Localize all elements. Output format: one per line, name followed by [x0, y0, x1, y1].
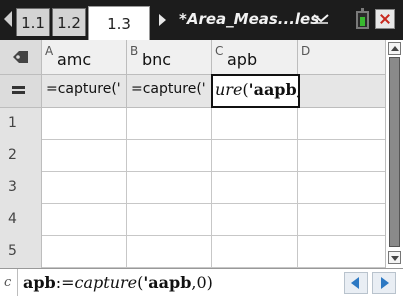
row-number[interactable]: 1	[0, 108, 42, 140]
tab-bar: 1.1 1.2 1.3 *Area_Meas...les	[0, 0, 403, 40]
table-row: 5	[0, 236, 385, 268]
spreadsheet: A amc B bnc C apb D =capture(' =capture(…	[0, 40, 385, 268]
cell-a5[interactable]	[42, 236, 127, 267]
cell-d1[interactable]	[298, 108, 385, 139]
column-name: amc	[57, 50, 92, 69]
formula-cell-d[interactable]	[300, 75, 385, 107]
entry-assign: :=	[55, 273, 75, 292]
entry-rest: ,0)	[191, 273, 213, 292]
formula-cell-b[interactable]: =capture('	[127, 75, 212, 107]
formula-row: =capture(' =capture(' ure('aapb,(	[0, 74, 385, 108]
scroll-thumb[interactable]	[389, 57, 400, 247]
entry-line-input[interactable]: apb:=capture('aapb,0)	[23, 273, 213, 292]
column-header-row: A amc B bnc C apb D	[0, 40, 385, 75]
pin-icon[interactable]	[12, 49, 30, 65]
formula-argument: 'aapb,	[248, 80, 300, 99]
formula-row-header	[0, 75, 42, 107]
cell-b3[interactable]	[127, 172, 212, 203]
equals-icon	[12, 85, 26, 95]
cell-b2[interactable]	[127, 140, 212, 171]
entry-divider	[17, 269, 18, 296]
cell-d4[interactable]	[298, 204, 385, 235]
cell-a3[interactable]	[42, 172, 127, 203]
cell-a4[interactable]	[42, 204, 127, 235]
column-header-d[interactable]: D	[298, 40, 385, 74]
tab-1-2[interactable]: 1.2	[52, 8, 86, 36]
formula-cell-a[interactable]: =capture('	[42, 75, 127, 107]
cell-c3[interactable]	[212, 172, 298, 203]
entry-variable: apb	[23, 273, 56, 292]
cell-d3[interactable]	[298, 172, 385, 203]
column-letter: D	[301, 44, 311, 58]
close-icon[interactable]	[375, 9, 395, 29]
formula-function-fragment: ure	[215, 80, 243, 99]
sheet-corner[interactable]	[0, 40, 42, 74]
row-number[interactable]: 2	[0, 140, 42, 172]
cell-a1[interactable]	[42, 108, 127, 139]
column-name: apb	[227, 50, 258, 69]
cell-b4[interactable]	[127, 204, 212, 235]
scroll-up-icon[interactable]	[388, 42, 401, 55]
table-row: 3	[0, 172, 385, 204]
chevron-down-icon[interactable]	[313, 12, 329, 24]
column-header-c[interactable]: C apb	[212, 40, 298, 74]
column-letter: A	[45, 44, 54, 58]
column-letter: B	[130, 44, 139, 58]
column-header-b[interactable]: B bnc	[127, 40, 212, 74]
arrow-right-icon[interactable]	[372, 272, 396, 294]
cell-c2[interactable]	[212, 140, 298, 171]
row-number[interactable]: 3	[0, 172, 42, 204]
column-name: bnc	[142, 50, 172, 69]
cell-c5[interactable]	[212, 236, 298, 267]
vertical-scrollbar[interactable]	[385, 40, 403, 268]
cell-c4[interactable]	[212, 204, 298, 235]
scroll-down-icon[interactable]	[388, 251, 401, 264]
document-title[interactable]: *Area_Meas...les	[179, 10, 319, 28]
cell-b5[interactable]	[127, 236, 212, 267]
tab-1-3[interactable]: 1.3	[88, 6, 150, 40]
entry-cell-label: c	[4, 275, 12, 290]
table-row: 4	[0, 204, 385, 236]
cell-b1[interactable]	[127, 108, 212, 139]
entry-argument: 'aapb	[143, 273, 192, 292]
cell-d2[interactable]	[298, 140, 385, 171]
arrow-left-icon[interactable]	[344, 272, 368, 294]
tab-scroll-left-icon[interactable]	[4, 11, 12, 27]
table-row: 1	[0, 108, 385, 140]
cell-a2[interactable]	[42, 140, 127, 171]
cell-c1[interactable]	[212, 108, 298, 139]
battery-icon	[356, 8, 369, 29]
column-header-a[interactable]: A amc	[42, 40, 127, 74]
tab-1-1[interactable]: 1.1	[16, 8, 50, 36]
column-letter: C	[215, 44, 224, 58]
row-number[interactable]: 5	[0, 236, 42, 268]
entry-function: capture	[74, 273, 138, 292]
table-row: 2	[0, 140, 385, 172]
formula-cell-c[interactable]: ure('aapb,(	[211, 74, 300, 108]
tab-scroll-right-icon[interactable]	[159, 14, 166, 26]
cell-d5[interactable]	[298, 236, 385, 267]
entry-line: c apb:=capture('aapb,0)	[0, 268, 403, 296]
row-number[interactable]: 4	[0, 204, 42, 236]
